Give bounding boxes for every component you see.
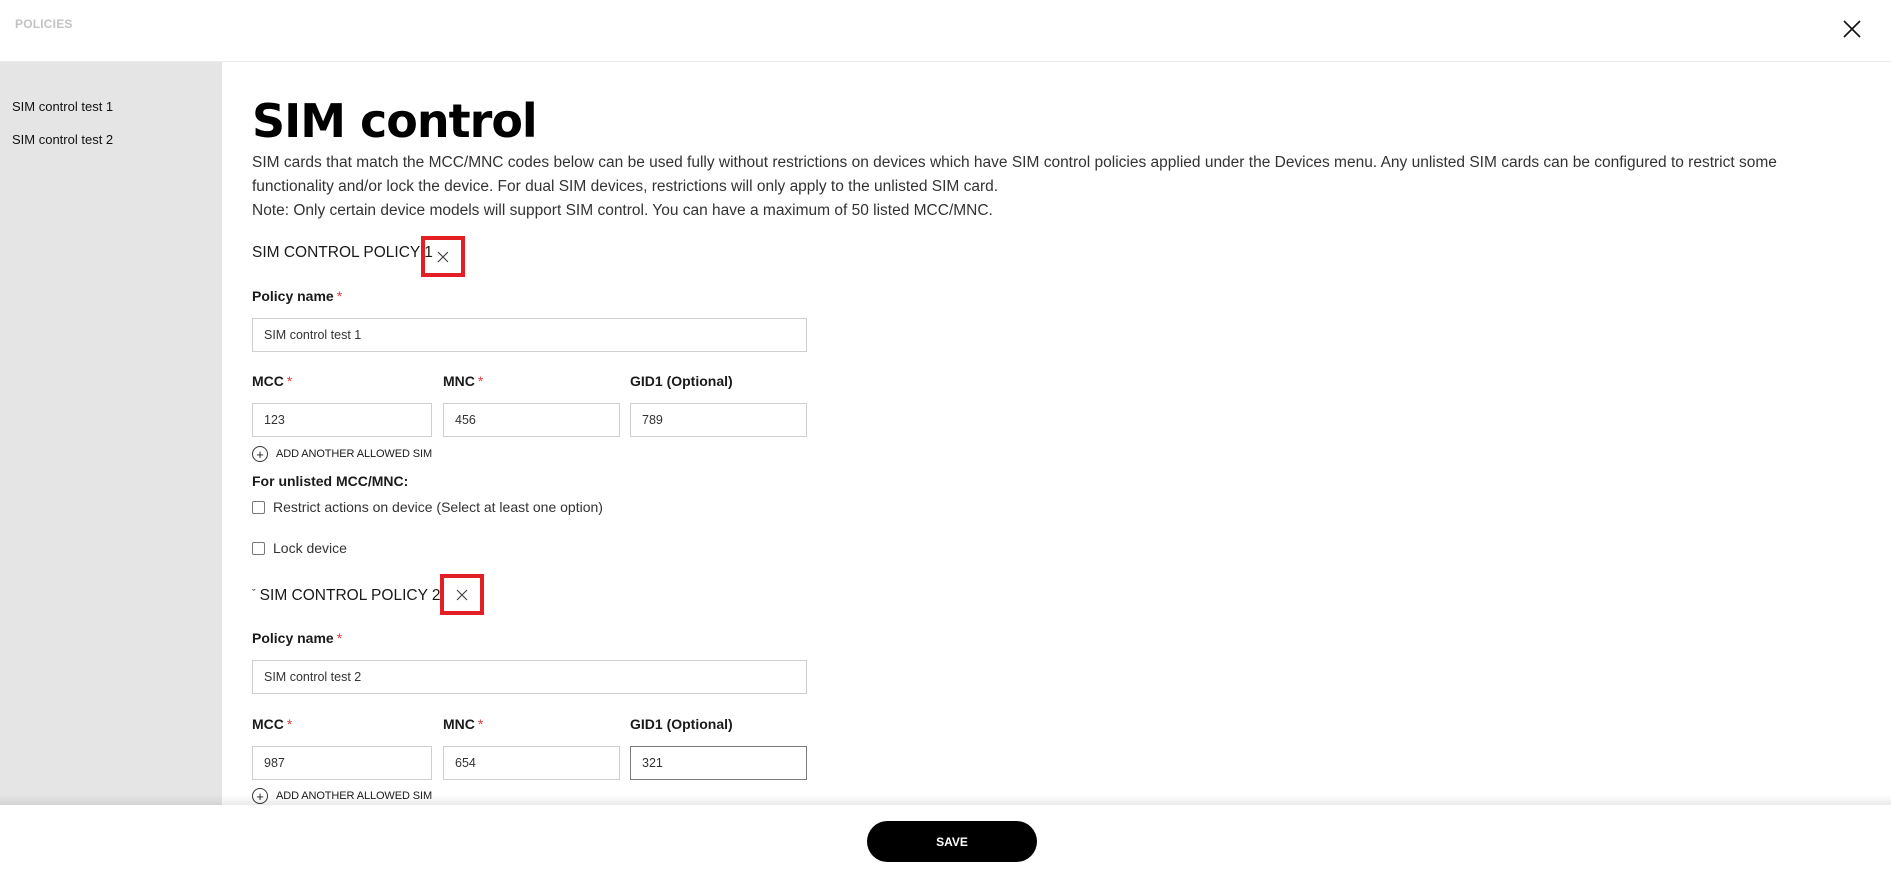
sidebar-item-sim-control-test-2[interactable]: SIM control test 2 <box>12 132 113 147</box>
description-line: SIM cards that match the MCC/MNC codes b… <box>252 154 1777 171</box>
save-button[interactable]: SAVE <box>867 821 1037 862</box>
mnc-label: MNC * <box>443 373 484 389</box>
close-icon <box>437 251 449 262</box>
page-description: SIM cards that match the MCC/MNC codes b… <box>252 151 1852 223</box>
lock-device-checkbox[interactable] <box>252 541 265 555</box>
required-marker: * <box>286 373 293 389</box>
policy-2-mnc-input[interactable]: 654 <box>443 746 620 780</box>
footer-shadow <box>0 795 1891 805</box>
policy-1-add-sim-button[interactable]: + ADD ANOTHER ALLOWED SIM <box>252 446 432 462</box>
description-line: functionality and/or lock the device. Fo… <box>252 178 999 195</box>
main-content: SIM control SIM cards that match the MCC… <box>222 62 1891 805</box>
required-marker: * <box>286 716 293 732</box>
header: POLICIES <box>0 0 1891 62</box>
mcc-label: MCC * <box>252 373 293 389</box>
policy-2-mcc-input[interactable]: 987 <box>252 746 432 780</box>
unlisted-label: For unlisted MCC/MNC: <box>252 473 409 489</box>
policy-1-heading: SIM CONTROL POLICY 1 <box>252 244 433 261</box>
policy-1-mcc-input[interactable]: 123 <box>252 403 432 437</box>
plus-circle-icon: + <box>252 446 268 462</box>
policy-2-gid1-input[interactable]: 321 <box>630 746 807 780</box>
sidebar: SIM control test 1 SIM control test 2 <box>0 62 222 805</box>
close-icon <box>456 589 468 600</box>
close-icon[interactable] <box>1840 17 1864 41</box>
restrict-actions-checkbox[interactable] <box>252 500 265 514</box>
description-line: Note: Only certain device models will su… <box>252 202 993 219</box>
chevron-down-icon[interactable]: ˇ <box>252 588 256 600</box>
required-marker: * <box>336 630 343 646</box>
remove-policy-2-button[interactable] <box>440 574 484 615</box>
mnc-label: MNC * <box>443 716 484 732</box>
restrict-actions-option[interactable]: Restrict actions on device (Select at le… <box>252 499 603 515</box>
required-marker: * <box>477 373 484 389</box>
policy-name-label: Policy name * <box>252 630 343 646</box>
breadcrumb[interactable]: POLICIES <box>15 17 73 31</box>
policy-2-name-input[interactable]: SIM control test 2 <box>252 660 807 694</box>
lock-device-option[interactable]: Lock device <box>252 540 347 556</box>
page-title: SIM control <box>252 94 538 148</box>
gid1-label: GID1 (Optional) <box>630 716 733 732</box>
policy-2-heading[interactable]: ˇ SIM CONTROL POLICY 2 <box>252 587 441 605</box>
policy-name-label: Policy name * <box>252 288 343 304</box>
remove-policy-1-button[interactable] <box>421 236 465 277</box>
policy-1-gid1-input[interactable]: 789 <box>630 403 807 437</box>
required-marker: * <box>477 716 484 732</box>
footer: SAVE <box>0 805 1891 872</box>
sidebar-item-sim-control-test-1[interactable]: SIM control test 1 <box>12 99 113 114</box>
mcc-label: MCC * <box>252 716 293 732</box>
gid1-label: GID1 (Optional) <box>630 373 733 389</box>
policy-1-name-input[interactable]: SIM control test 1 <box>252 318 807 352</box>
policy-1-mnc-input[interactable]: 456 <box>443 403 620 437</box>
required-marker: * <box>336 288 343 304</box>
